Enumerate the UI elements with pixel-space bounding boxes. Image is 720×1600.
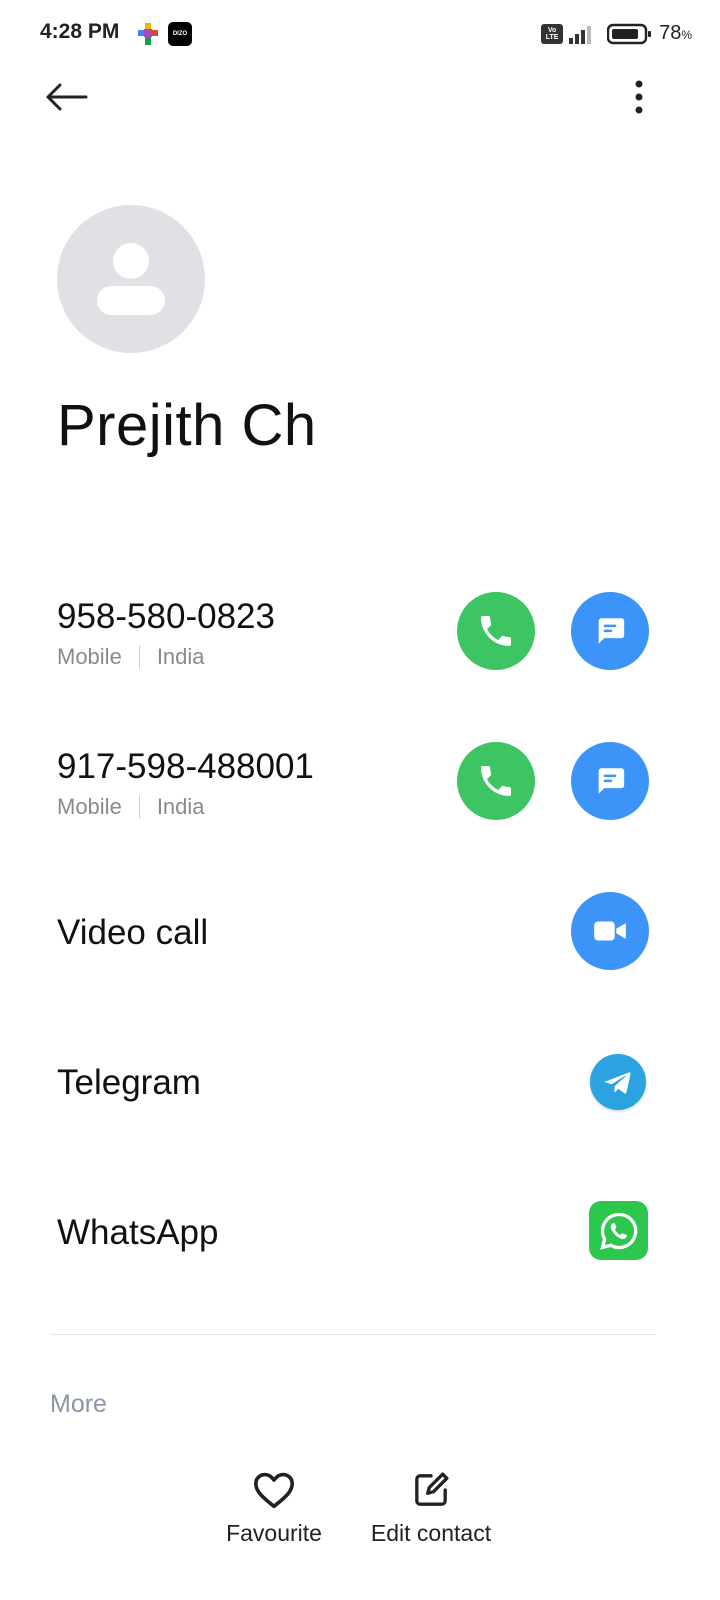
notification-icons: DIZO: [138, 22, 192, 46]
battery-percent-value: 78: [659, 22, 682, 44]
whatsapp-icon: [599, 1212, 637, 1250]
telegram-icon: [604, 1072, 631, 1094]
telegram-row[interactable]: Telegram: [0, 1025, 720, 1145]
message-button[interactable]: [571, 592, 649, 670]
telegram-label: Telegram: [57, 1063, 201, 1102]
phone-region: India: [156, 794, 205, 819]
video-call-button[interactable]: [571, 892, 649, 970]
meta-divider: [138, 795, 140, 819]
video-call-row[interactable]: Video call: [0, 875, 720, 995]
whatsapp-row[interactable]: WhatsApp: [0, 1175, 720, 1295]
dizo-label: DIZO: [172, 31, 188, 37]
call-button[interactable]: [457, 742, 535, 820]
battery-percent-unit: %: [681, 28, 692, 42]
call-button[interactable]: [457, 592, 535, 670]
video-call-label: Video call: [57, 913, 209, 952]
message-icon: [598, 768, 625, 794]
contact-name: Prejith Ch: [57, 393, 317, 458]
phone-icon: [481, 766, 511, 796]
battery-icon: [607, 23, 652, 44]
telegram-button[interactable]: [590, 1054, 646, 1110]
status-right-group: Vo LTE 78%: [541, 22, 692, 45]
volte-label: Vo LTE: [545, 26, 559, 41]
phone-number: 917-598-488001: [57, 747, 314, 786]
contact-avatar: [57, 205, 205, 353]
app-notification-icon: [138, 23, 158, 45]
back-button[interactable]: [40, 76, 92, 118]
more-vertical-icon: [635, 80, 643, 114]
phone-type: Mobile: [57, 794, 122, 819]
person-icon: [97, 243, 165, 315]
battery-percent: 78%: [659, 22, 692, 45]
more-section-label[interactable]: More: [50, 1390, 107, 1419]
phone-row-1[interactable]: 958-580-0823 Mobile India: [0, 575, 720, 695]
phone-row-2[interactable]: 917-598-488001 Mobile India: [0, 725, 720, 845]
phone-meta: Mobile India: [57, 794, 205, 820]
meta-divider: [138, 645, 140, 669]
favourite-label: Favourite: [226, 1520, 322, 1546]
phone-type: Mobile: [57, 644, 122, 669]
favourite-button[interactable]: Favourite: [212, 1470, 336, 1547]
edit-contact-button[interactable]: Edit contact: [360, 1470, 502, 1547]
heart-icon: [254, 1472, 294, 1509]
edit-contact-label: Edit contact: [370, 1520, 492, 1546]
status-time: 4:28 PM: [40, 20, 120, 43]
volte-icon: Vo LTE: [541, 23, 564, 44]
signal-icon: [569, 25, 592, 44]
message-icon: [598, 618, 625, 644]
edit-icon: [415, 1472, 449, 1506]
message-button[interactable]: [571, 742, 649, 820]
phone-number: 958-580-0823: [57, 597, 275, 636]
whatsapp-label: WhatsApp: [57, 1213, 219, 1252]
dizo-app-icon: DIZO: [168, 22, 192, 46]
section-divider: [50, 1334, 656, 1335]
phone-region: India: [156, 644, 205, 669]
whatsapp-button[interactable]: [589, 1201, 648, 1260]
arrow-left-icon: [46, 83, 88, 111]
more-options-button[interactable]: [620, 72, 658, 122]
phone-meta: Mobile India: [57, 644, 205, 670]
phone-icon: [481, 616, 511, 646]
video-camera-icon: [594, 921, 626, 941]
